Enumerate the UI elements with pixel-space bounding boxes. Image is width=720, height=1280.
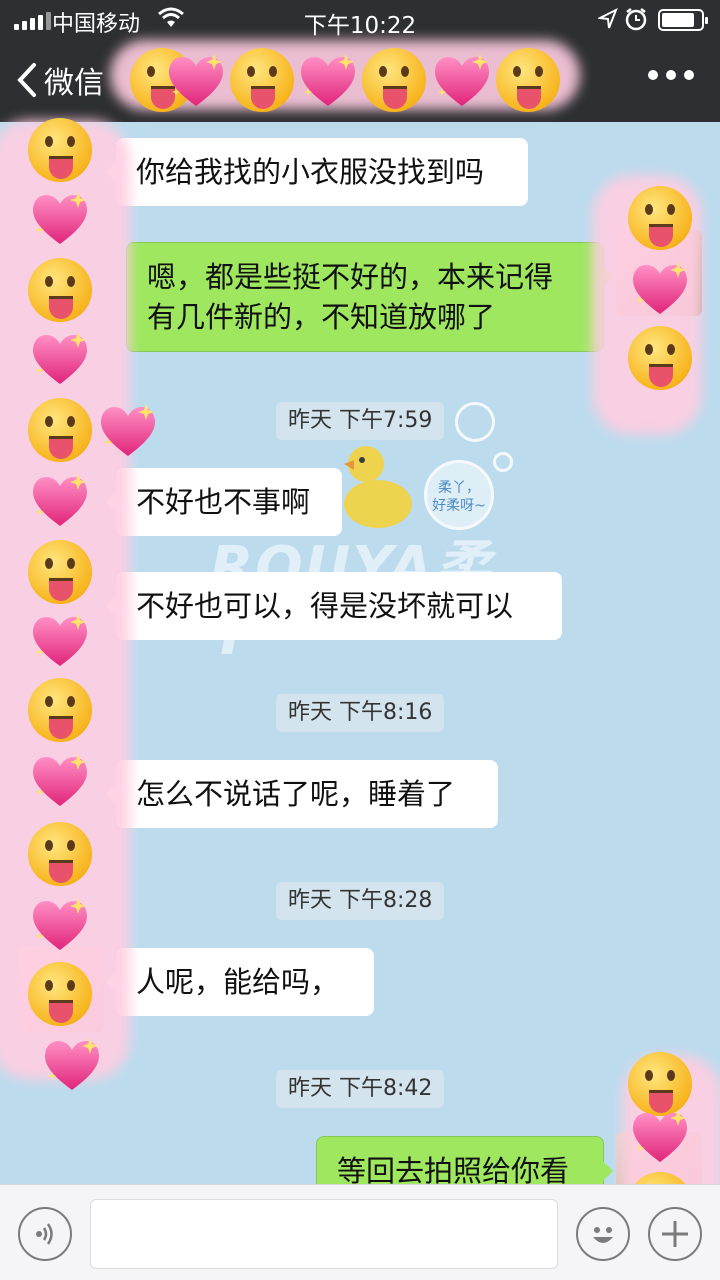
emoji-smile-icon[interactable] bbox=[576, 1207, 630, 1261]
timestamp-divider: 昨天 下午7:59 bbox=[276, 402, 445, 440]
timestamp-divider: 昨天 下午8:42 bbox=[276, 1070, 445, 1108]
timestamp-divider: 昨天 下午8:28 bbox=[276, 882, 445, 920]
battery-level bbox=[662, 13, 695, 27]
input-bar bbox=[0, 1184, 720, 1280]
message-text: 有几件新的，不知道放哪了 bbox=[147, 300, 496, 334]
chat-area[interactable]: ROUYA柔Y 柔丫， 好柔呀~ 你给我找的小衣服没找到吗 嗯，都是些挺不好的，… bbox=[0, 122, 720, 1184]
plus-icon[interactable] bbox=[648, 1207, 702, 1261]
watermark-circle-line2: 好柔呀~ bbox=[432, 498, 486, 514]
top-bar: 中国移动 下午10:22 微信 bbox=[0, 0, 720, 122]
message-bubble-incoming[interactable]: 怎么不说话了呢，睡着了 bbox=[106, 760, 498, 828]
timestamp-divider: 昨天 下午8:16 bbox=[276, 694, 445, 732]
back-label: 微信 bbox=[44, 66, 104, 101]
watermark-circle: 柔丫， 好柔呀~ bbox=[424, 460, 494, 530]
message-text: 不好也不事啊 bbox=[136, 485, 311, 519]
status-bar: 中国移动 下午10:22 bbox=[0, 0, 720, 40]
location-arrow-icon bbox=[598, 8, 618, 29]
message-bubble-outgoing[interactable]: 等回去拍照给你看 bbox=[316, 1136, 613, 1184]
message-text: 你给我找的小衣服没找到吗 bbox=[136, 155, 485, 189]
duck-logo-icon bbox=[344, 446, 412, 528]
chevron-left-icon bbox=[17, 63, 36, 97]
message-bubble-outgoing[interactable]: 嗯，都是些挺不好的，本来记得 有几件新的，不知道放哪了 bbox=[126, 242, 613, 352]
message-text: 不好也可以，得是没坏就可以 bbox=[136, 589, 514, 623]
message-text: 嗯，都是些挺不好的，本来记得 bbox=[147, 260, 554, 294]
message-text: 怎么不说话了呢，睡着了 bbox=[136, 777, 456, 811]
message-bubble-incoming[interactable]: 你给我找的小衣服没找到吗 bbox=[106, 138, 528, 206]
message-text: 人呢，能给吗， bbox=[136, 965, 340, 999]
my-avatar[interactable] bbox=[616, 230, 702, 316]
battery-icon bbox=[658, 9, 708, 31]
more-dots-icon[interactable] bbox=[648, 70, 694, 80]
watermark-circle-line1: 柔丫， bbox=[438, 480, 480, 496]
voice-icon[interactable] bbox=[18, 1207, 72, 1261]
voice-wave-icon bbox=[36, 1223, 53, 1245]
message-bubble-incoming[interactable]: 不好也不事啊 bbox=[106, 468, 342, 536]
message-bubble-incoming[interactable]: 人呢，能给吗， bbox=[106, 948, 374, 1016]
back-button[interactable]: 微信 bbox=[16, 58, 104, 102]
message-input[interactable] bbox=[90, 1199, 558, 1269]
message-text: 等回去拍照给你看 bbox=[337, 1154, 570, 1184]
my-avatar[interactable] bbox=[616, 1132, 702, 1184]
contact-avatar[interactable] bbox=[18, 946, 104, 1032]
alarm-clock-icon bbox=[625, 8, 647, 31]
message-bubble-incoming[interactable]: 不好也可以，得是没坏就可以 bbox=[106, 572, 562, 640]
